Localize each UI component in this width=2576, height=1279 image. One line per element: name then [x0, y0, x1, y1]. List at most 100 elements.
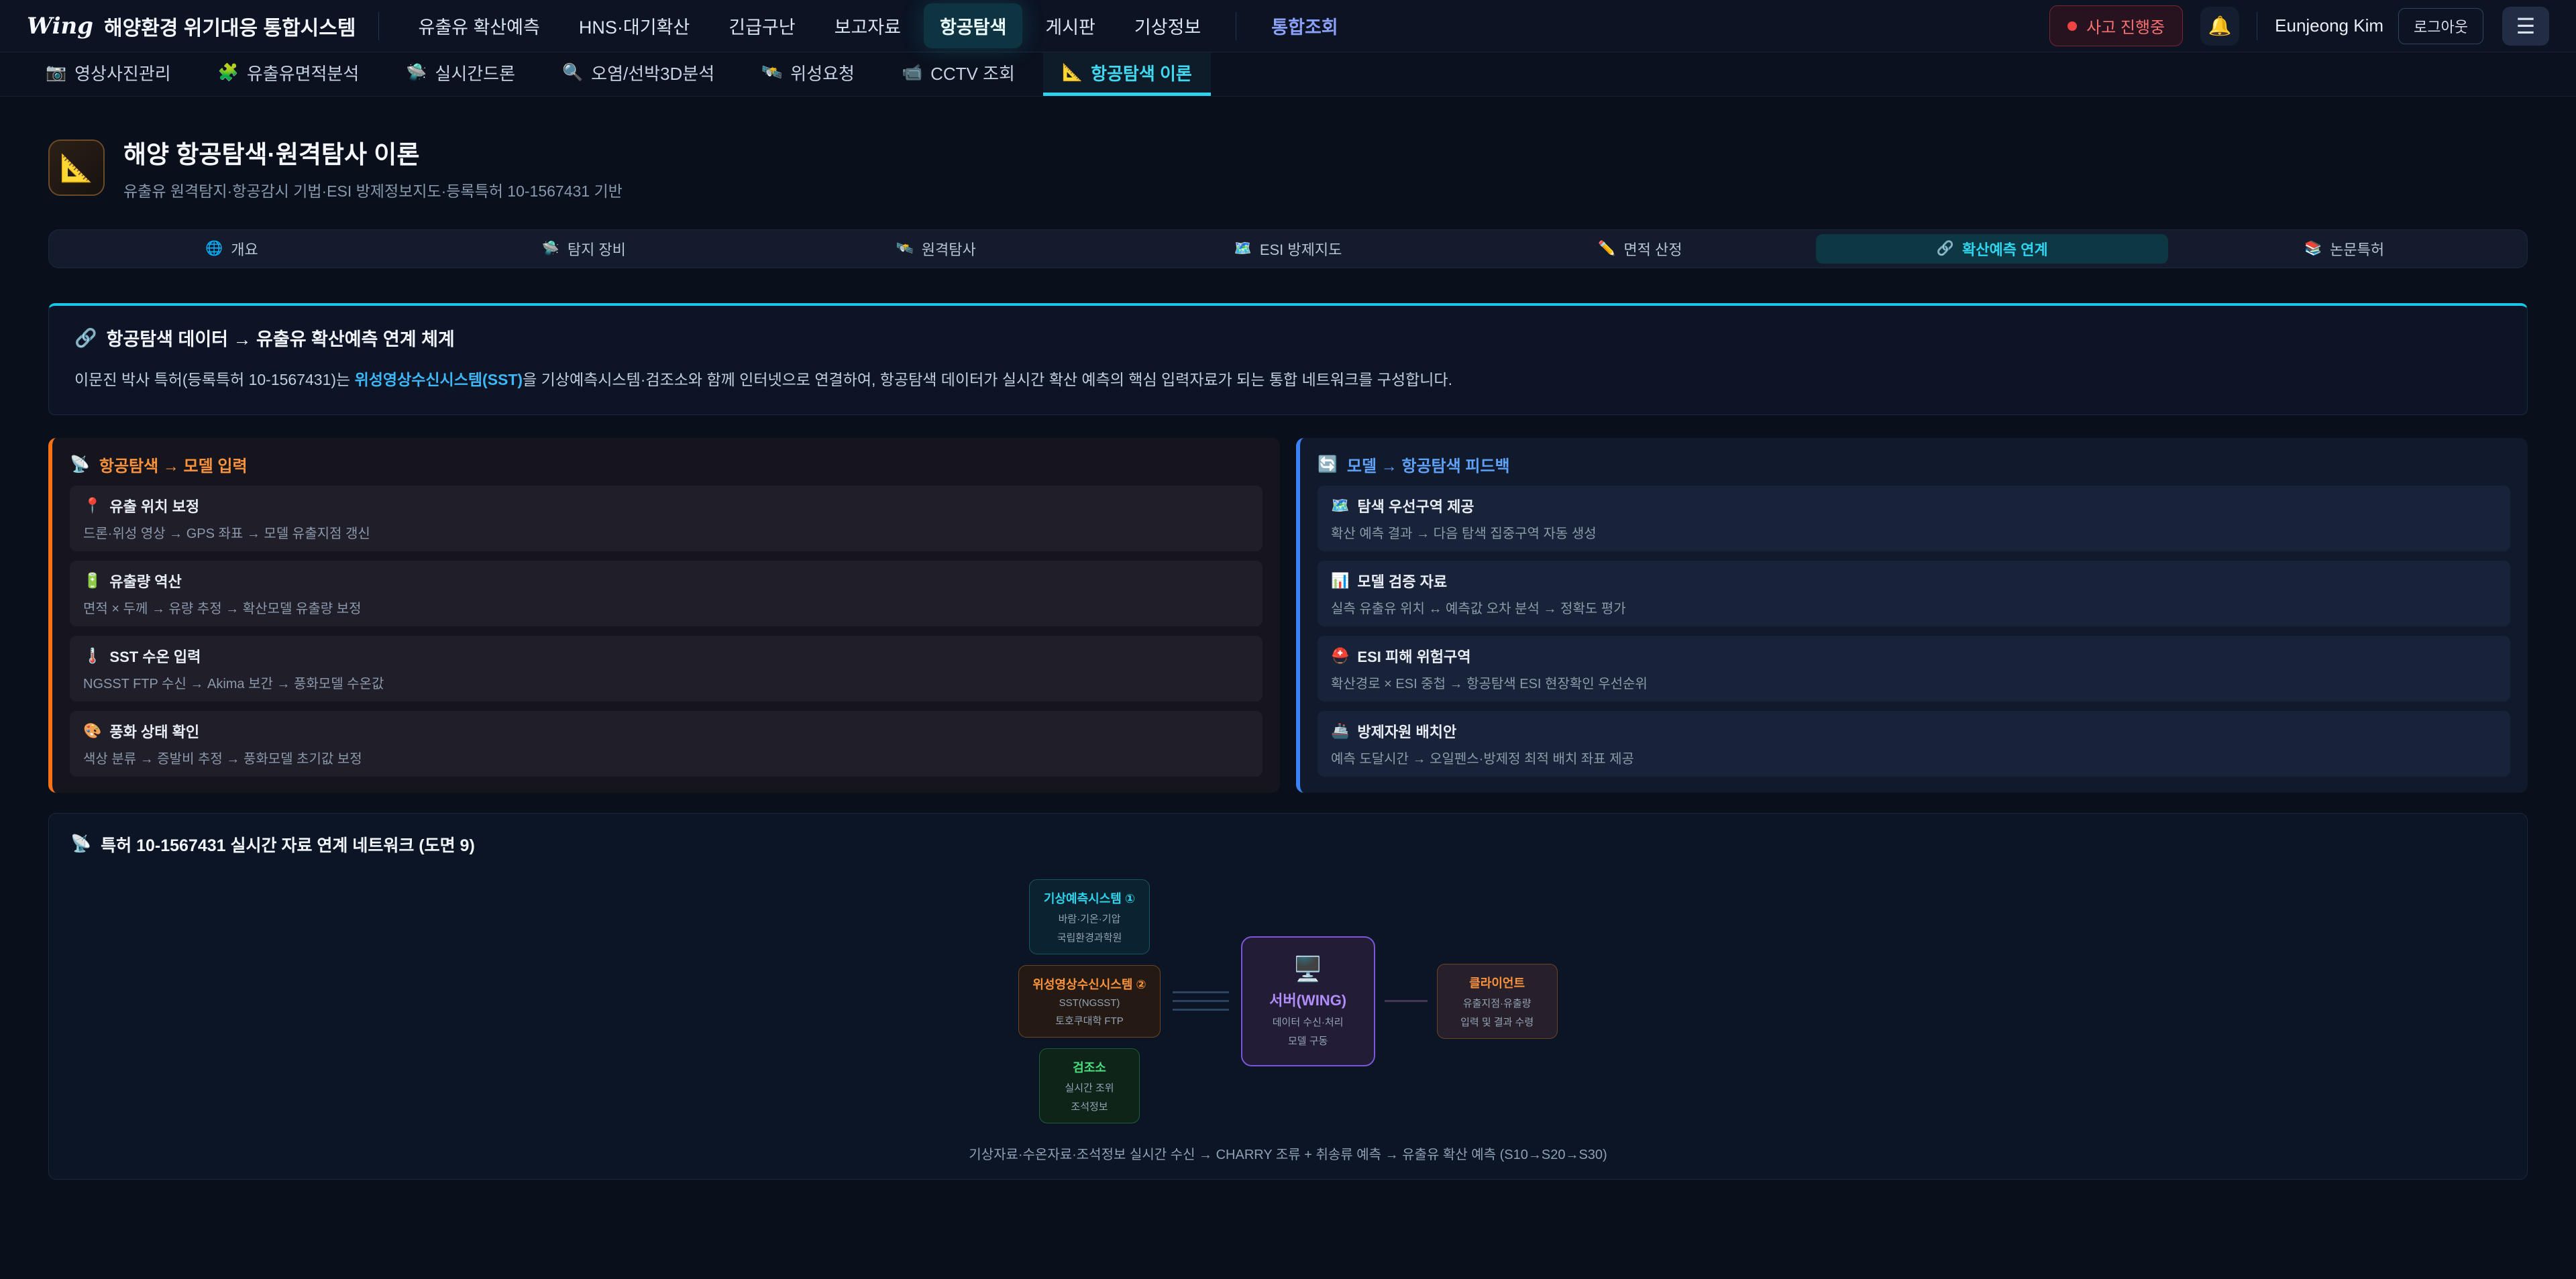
subnav-item-aerial-search-theory[interactable]: 📐 항공탐색 이론	[1043, 52, 1211, 96]
item-title: SST 수온 입력	[109, 645, 201, 667]
tab-label: 개요	[231, 238, 258, 260]
refresh-icon: 🔄	[1318, 455, 1338, 474]
connector-line	[1173, 1000, 1229, 1002]
card-model-to-search: 🔄 모델 → 항공탐색 피드백 🗺️ 탐색 우선구역 제공 확산 예측 결과 →…	[1296, 438, 2528, 793]
logout-button[interactable]: 로그아웃	[2398, 8, 2483, 44]
link-icon: 🔗	[1937, 241, 1954, 257]
item-desc: NGSST FTP 수신 → Akima 보간 → 풍화모델 수온값	[83, 673, 1249, 692]
subnav-label: 위성요청	[790, 60, 855, 85]
tab-area-calculation[interactable]: ✏️ 면적 산정	[1464, 234, 1816, 264]
desktop-computer-icon: 🖥️	[1263, 955, 1354, 983]
books-icon: 📚	[2304, 241, 2322, 257]
node-title: 서버(WING)	[1263, 989, 1354, 1010]
item-title-row: 🌡️ SST 수온 입력	[83, 645, 1249, 667]
menu-item-integrated-search[interactable]: 통합조회	[1255, 3, 1354, 48]
subnav-label: 영상사진관리	[74, 60, 171, 85]
menu-item-emergency-rescue[interactable]: 긴급구난	[712, 3, 811, 48]
node-satellite-receiver: 위성영상수신시스템 ② SST(NGSST) 토호쿠대학 FTP	[1018, 965, 1160, 1038]
patent-network-card: 📡 특허 10-1567431 실시간 자료 연계 네트워크 (도면 9) 기상…	[48, 813, 2528, 1180]
intro-title: 항공탐색 데이터 → 유출유 확산예측 연계 체계	[107, 325, 455, 351]
node-line: 바람·기온·기압	[1043, 911, 1136, 926]
node-line: 토호쿠대학 FTP	[1032, 1013, 1146, 1027]
intro-title-row: 🔗 항공탐색 데이터 → 유출유 확산예측 연계 체계	[74, 325, 2502, 351]
tab-detection-equipment[interactable]: 🛸 탐지 장비	[408, 234, 760, 264]
tab-label: 확산예측 연계	[1962, 238, 2048, 260]
subnav-item-image-photo-management[interactable]: 📷 영상사진관리	[27, 52, 190, 96]
subnav-item-pollution-ship-3d[interactable]: 🔍 오염/선박3D분석	[543, 52, 733, 96]
notification-bell-button[interactable]: 🔔	[2200, 7, 2239, 46]
subnav-item-satellite-request[interactable]: 🛰️ 위성요청	[743, 52, 873, 96]
list-item-spill-location: 📍 유출 위치 보정 드론·위성 영상 → GPS 좌표 → 모델 유출지점 갱…	[70, 486, 1263, 551]
item-title: 풍화 상태 확인	[109, 720, 199, 742]
incident-dot-icon	[2068, 21, 2077, 31]
subnav-item-realtime-drone[interactable]: 🛸 실시간드론	[387, 52, 534, 96]
node-line: 모델 구동	[1263, 1034, 1354, 1048]
video-camera-icon: 📹	[902, 63, 922, 82]
subnav-label: CCTV 조회	[930, 60, 1015, 85]
menu-item-oil-spill-prediction[interactable]: 유출유 확산예측	[402, 3, 555, 48]
subnav-label: 유출유면적분석	[247, 60, 359, 85]
top-navbar: Wing 해양환경 위기대응 통합시스템 유출유 확산예측 HNS·대기확산 긴…	[0, 0, 2576, 52]
tab-remote-sensing[interactable]: 🛰️ 원격탐사	[760, 234, 1112, 264]
item-desc: 확산 예측 결과 → 다음 탐색 집중구역 자동 생성	[1331, 522, 2497, 542]
list-item-spill-volume: 🔋 유출량 역산 면적 × 두께 → 유량 추정 → 확산모델 유출량 보정	[70, 561, 1263, 626]
menu-item-hns-diffusion[interactable]: HNS·대기확산	[563, 3, 706, 48]
subnav-label: 실시간드론	[435, 60, 515, 85]
tab-esi-map[interactable]: 🗺️ ESI 방제지도	[1112, 234, 1464, 264]
bell-icon: 🔔	[2208, 15, 2232, 37]
node-weather-system: 기상예측시스템 ① 바람·기온·기압 국립환경과학원	[1029, 879, 1150, 954]
tab-overview[interactable]: 🌐 개요	[56, 234, 408, 264]
diagram-source-column: 기상예측시스템 ① 바람·기온·기압 국립환경과학원 위성영상수신시스템 ② S…	[1018, 879, 1160, 1123]
incident-status-badge: 사고 진행중	[2049, 5, 2183, 46]
menu-item-weather-info[interactable]: 기상정보	[1118, 3, 1217, 48]
node-wing-server: 🖥️ 서버(WING) 데이터 수신·처리 모델 구동	[1241, 936, 1375, 1066]
network-caption: 기상자료·수온자료·조석정보 실시간 수신 → CHARRY 조류 + 취송류 …	[70, 1144, 2506, 1163]
main-menu: 유출유 확산예측 HNS·대기확산 긴급구난 보고자료 항공탐색 게시판 기상정…	[402, 3, 1354, 48]
connector-line	[1173, 1009, 1229, 1011]
item-title-row: 🗺️ 탐색 우선구역 제공	[1331, 495, 2497, 516]
rescue-helmet-icon: ⛑️	[1331, 647, 1349, 665]
intro-desc-before: 이문진 박사 특허(등록특허 10-1567431)는	[74, 371, 355, 388]
subnav-item-oil-area-analysis[interactable]: 🧩 유출유면적분석	[199, 52, 378, 96]
wing-logo-icon: Wing	[27, 13, 93, 40]
node-title: 기상예측시스템 ①	[1043, 889, 1136, 907]
palette-icon: 🎨	[83, 722, 101, 740]
subnav-item-cctv-view[interactable]: 📹 CCTV 조회	[883, 52, 1034, 96]
node-title: 클라이언트	[1451, 974, 1544, 991]
tab-diffusion-link[interactable]: 🔗 확산예측 연계	[1816, 234, 2168, 264]
page-content: 📐 해양 항공탐색·원격탐사 이론 유출유 원격탐지·항공감시 기법·ESI 방…	[0, 134, 2576, 1180]
hamburger-menu-button[interactable]: ☰	[2502, 7, 2549, 46]
item-title: 방제자원 배치안	[1357, 720, 1456, 742]
item-title: 탐색 우선구역 제공	[1357, 495, 1474, 516]
hamburger-icon: ☰	[2516, 13, 2536, 39]
item-title-row: 🎨 풍화 상태 확인	[83, 720, 1249, 742]
page-header: 📐 해양 항공탐색·원격탐사 이론 유출유 원격탐지·항공감시 기법·ESI 방…	[48, 134, 2528, 201]
item-desc: 확산경로 × ESI 중첩 → 항공탐색 ESI 현장확인 우선순위	[1331, 673, 2497, 692]
menu-item-reports[interactable]: 보고자료	[818, 3, 917, 48]
map-icon: 🗺️	[1234, 241, 1252, 257]
item-title: 유출량 역산	[109, 570, 181, 592]
sub-navbar: 📷 영상사진관리 🧩 유출유면적분석 🛸 실시간드론 🔍 오염/선박3D분석 🛰…	[0, 52, 2576, 97]
menu-item-aerial-search[interactable]: 항공탐색	[924, 3, 1022, 48]
pin-icon: 📍	[83, 497, 101, 514]
node-title: 위성영상수신시스템 ②	[1032, 975, 1146, 993]
tab-label: 탐지 장비	[568, 238, 626, 260]
card-title-row: 🔄 모델 → 항공탐색 피드백	[1318, 453, 2510, 476]
node-line: 유출지점·유출량	[1451, 996, 1544, 1010]
menu-item-board[interactable]: 게시판	[1029, 3, 1112, 48]
list-item-model-validation: 📊 모델 검증 자료 실측 유출유 위치 ↔ 예측값 오차 분석 → 정확도 평…	[1318, 561, 2510, 626]
sst-system-link[interactable]: 위성영상수신시스템(SST)	[355, 371, 523, 388]
subnav-label: 오염/선박3D분석	[591, 60, 714, 85]
bar-chart-icon: 📊	[1331, 572, 1349, 590]
pencil-icon: ✏️	[1598, 241, 1615, 257]
item-desc: 면적 × 두께 → 유량 추정 → 확산모델 유출량 보정	[83, 598, 1249, 617]
app-logo: Wing 해양환경 위기대응 통합시스템	[27, 11, 356, 41]
satellite-icon: 🛰️	[761, 63, 782, 82]
subnav-label: 항공탐색 이론	[1091, 60, 1192, 85]
node-line: 입력 및 결과 수령	[1451, 1015, 1544, 1029]
item-desc: 실측 유출유 위치 ↔ 예측값 오차 분석 → 정확도 평가	[1331, 598, 2497, 617]
tab-label: 원격탐사	[922, 238, 976, 260]
tab-papers-patents[interactable]: 📚 논문특허	[2168, 234, 2520, 264]
drone-icon: 🛸	[406, 63, 427, 82]
globe-icon: 🌐	[205, 241, 223, 257]
